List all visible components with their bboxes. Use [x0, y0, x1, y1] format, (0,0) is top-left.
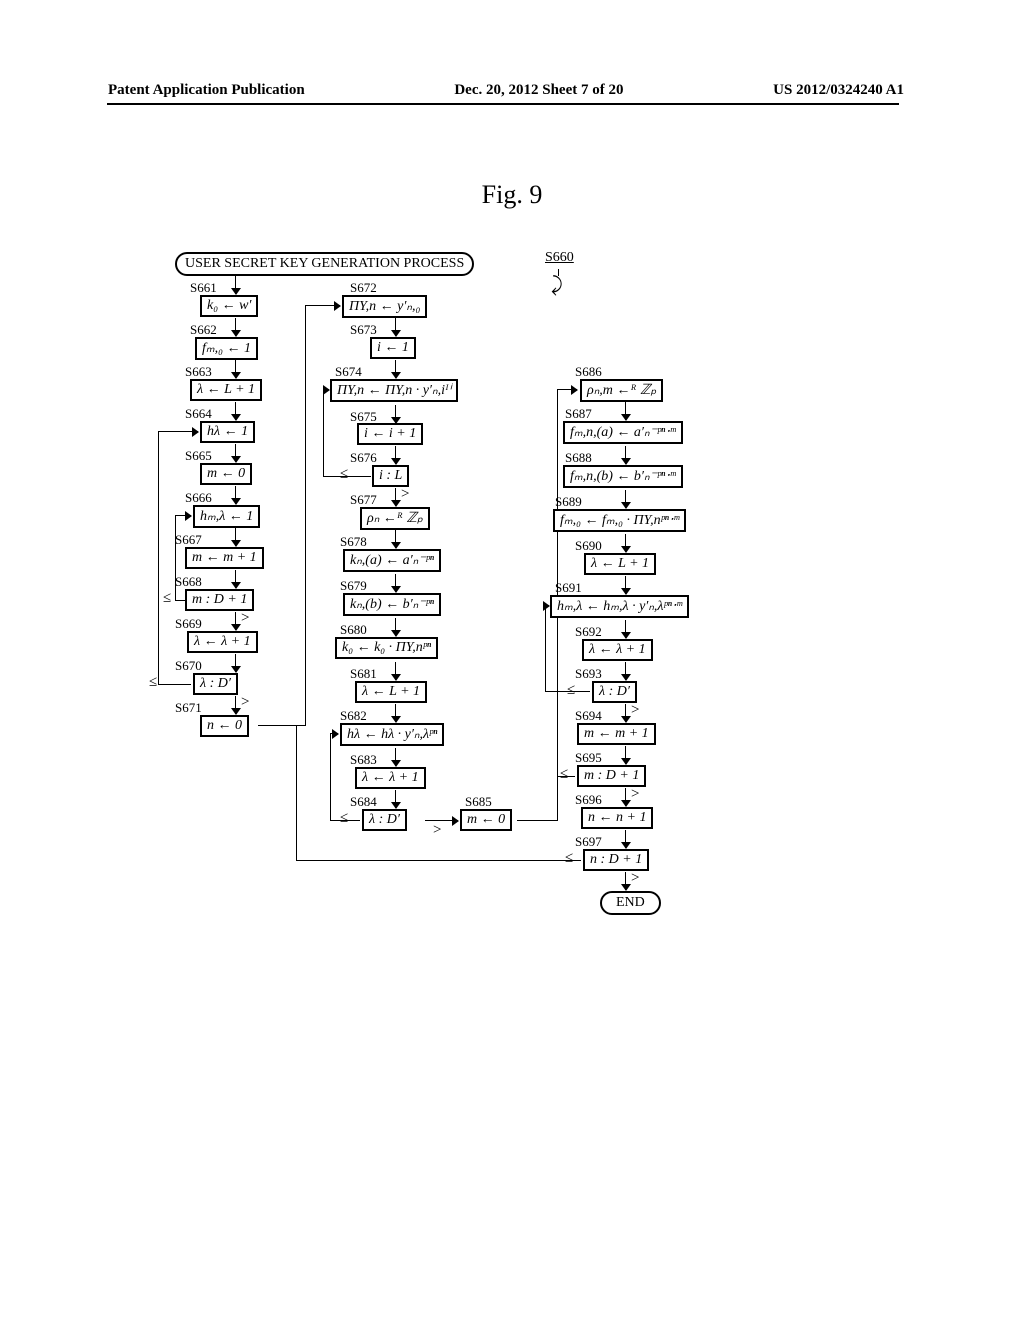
step-s676: i : L [372, 465, 409, 487]
step-s690: λ ← L + 1 [584, 553, 656, 575]
label-s674: S674 [335, 364, 362, 380]
gt-684: > [433, 822, 441, 839]
step-s675: i ← i + 1 [357, 423, 423, 445]
step-s661: k₀ ← w′ [200, 295, 258, 317]
step-s684: λ : D′ [362, 809, 407, 831]
label-s676: S676 [350, 450, 377, 466]
step-s693: λ : D′ [592, 681, 637, 703]
label-s661: S661 [190, 280, 217, 296]
label-s683: S683 [350, 752, 377, 768]
page-header: Patent Application Publication Dec. 20, … [0, 82, 1024, 99]
step-s668: m : D + 1 [185, 589, 254, 611]
step-s694: m ← m + 1 [577, 723, 656, 745]
label-s673: S673 [350, 322, 377, 338]
step-s697: n : D + 1 [583, 849, 649, 871]
label-s682: S682 [340, 708, 367, 724]
step-s683: λ ← λ + 1 [355, 767, 426, 789]
label-s662: S662 [190, 322, 217, 338]
label-s691: S691 [555, 580, 582, 596]
step-s670: λ : D′ [193, 673, 238, 695]
label-s681: S681 [350, 666, 377, 682]
label-s684: S684 [350, 794, 377, 810]
label-s695: S695 [575, 750, 602, 766]
step-s685: m ← 0 [460, 809, 512, 831]
le-668: ≤ [163, 590, 171, 607]
gt-693: > [631, 702, 639, 719]
gt-670: > [241, 694, 249, 711]
label-s685: S685 [465, 794, 492, 810]
step-s678: kₙ,(a) ← a′ₙ⁻ᵖⁿ [343, 549, 441, 572]
step-s666: hₘ​,λ ← 1 [193, 505, 260, 528]
label-s671: S671 [175, 700, 202, 716]
step-s695: m : D + 1 [577, 765, 646, 787]
gt-676: > [401, 486, 409, 503]
label-s665: S665 [185, 448, 212, 464]
label-s677: S677 [350, 492, 377, 508]
label-s688: S688 [565, 450, 592, 466]
flowchart: USER SECRET KEY GENERATION PROCESS S660 … [145, 252, 765, 1092]
label-s686: S686 [575, 364, 602, 380]
step-s682: hλ ← hλ · y′ₙ,λᵖⁿ [340, 723, 444, 746]
step-s679: kₙ,(b) ← b′ₙ⁻ᵖⁿ [343, 593, 441, 616]
label-s696: S696 [575, 792, 602, 808]
le-676: ≤ [340, 466, 348, 483]
step-s686: ρₙ,m ←ᴿ ℤₚ [580, 379, 663, 402]
le-684: ≤ [340, 810, 348, 827]
figure-title: Fig. 9 [482, 180, 543, 210]
start-box: USER SECRET KEY GENERATION PROCESS [175, 252, 474, 276]
label-s693: S693 [575, 666, 602, 682]
gt-695: > [631, 786, 639, 803]
step-s664: hλ ← 1 [200, 421, 255, 443]
label-s668: S668 [175, 574, 202, 590]
step-s696: n ← n + 1 [581, 807, 653, 829]
label-s667: S667 [175, 532, 202, 548]
label-s669: S669 [175, 616, 202, 632]
gt-697: > [631, 870, 639, 887]
header-rule [107, 103, 899, 105]
label-s687: S687 [565, 406, 592, 422]
label-s666: S666 [185, 490, 212, 506]
step-s663: λ ← L + 1 [190, 379, 262, 401]
step-s692: λ ← λ + 1 [582, 639, 653, 661]
le-697: ≤ [565, 850, 573, 867]
s660-label: S660 [545, 250, 574, 266]
step-s680: k₀ ← k₀ · Π​Y,nᵖⁿ [335, 637, 438, 659]
step-s688: fₘ,n,(b) ← b′ₙ⁻ᵖⁿ‧ᵐ [563, 465, 683, 488]
label-s694: S694 [575, 708, 602, 724]
step-s667: m ← m + 1 [185, 547, 264, 569]
step-s669: λ ← λ + 1 [187, 631, 258, 653]
le-695: ≤ [560, 766, 568, 783]
gt-668: > [241, 610, 249, 627]
label-s689: S689 [555, 494, 582, 510]
header-left: Patent Application Publication [108, 82, 305, 99]
step-s687: fₘ,n,(a) ← a′ₙ⁻ᵖⁿ‧ᵐ [563, 421, 683, 444]
step-s677: ρₙ ←ᴿ ℤₚ [360, 507, 430, 530]
step-s662: fₘ​,₀ ← 1 [195, 337, 258, 360]
step-s681: λ ← L + 1 [355, 681, 427, 703]
label-s697: S697 [575, 834, 602, 850]
label-s663: S663 [185, 364, 212, 380]
step-s691: hₘ,λ ← hₘ,λ · y′ₙ,λᵖⁿ‧ᵐ [550, 595, 689, 618]
header-right: US 2012/0324240 A1 [773, 82, 904, 99]
label-s664: S664 [185, 406, 212, 422]
step-s665: m ← 0 [200, 463, 252, 485]
step-s671: n ← 0 [200, 715, 249, 737]
le-670: ≤ [149, 674, 157, 691]
label-s670: S670 [175, 658, 202, 674]
header-center: Dec. 20, 2012 Sheet 7 of 20 [454, 82, 623, 99]
step-s672: Π​Y,n ← y′ₙ​,₀ [342, 295, 427, 318]
label-s692: S692 [575, 624, 602, 640]
label-s679: S679 [340, 578, 367, 594]
step-s673: i ← 1 [370, 337, 416, 359]
label-s678: S678 [340, 534, 367, 550]
label-s672: S672 [350, 280, 377, 296]
end-box: END [600, 891, 661, 915]
step-s689: fₘ,₀ ← fₘ,₀ · Π​Y,nᵖⁿ‧ᵐ [553, 509, 686, 532]
step-s674: Π​Y,n ← Π​Y,n · y′ₙ,iᴵⁱ [330, 379, 458, 402]
label-s690: S690 [575, 538, 602, 554]
label-s680: S680 [340, 622, 367, 638]
